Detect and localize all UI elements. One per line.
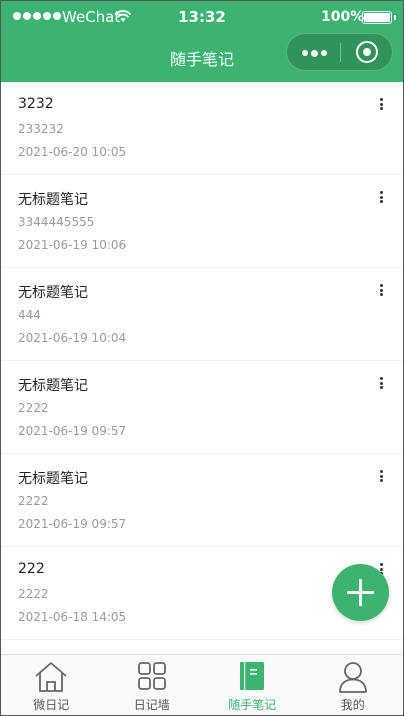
note-title: 222 bbox=[18, 561, 45, 577]
more-options-icon[interactable] bbox=[377, 98, 385, 112]
tab-label: 日记墙 bbox=[133, 698, 170, 712]
note-item-partial[interactable] bbox=[1, 640, 403, 654]
tab-rijiqiang[interactable]: 日记墙 bbox=[102, 655, 203, 715]
note-date: 2021-06-20 10:05 bbox=[18, 145, 127, 159]
note-body: 233232 bbox=[18, 122, 64, 136]
tab-label: 微日记 bbox=[33, 698, 70, 712]
tab-label: 随手笔记 bbox=[228, 698, 277, 712]
more-options-icon[interactable] bbox=[377, 377, 385, 391]
tab-bar: 微日记 日记墙 随手笔记 我的 bbox=[1, 654, 404, 715]
more-icon[interactable] bbox=[302, 49, 327, 57]
note-title: 无标题笔记 bbox=[18, 378, 88, 394]
tab-label: 我的 bbox=[340, 698, 365, 712]
note-item[interactable]: 3232 233232 2021-06-20 10:05 bbox=[1, 82, 403, 175]
note-body: 2222 bbox=[18, 494, 49, 508]
tab-suishoubiji[interactable]: 随手笔记 bbox=[202, 655, 303, 715]
capsule-divider bbox=[340, 43, 341, 62]
note-date: 2021-06-19 10:04 bbox=[18, 331, 127, 345]
note-date: 2021-06-19 09:57 bbox=[18, 424, 127, 438]
note-title: 无标题笔记 bbox=[18, 285, 88, 301]
add-note-button[interactable] bbox=[332, 564, 389, 621]
mini-program-capsule bbox=[286, 33, 393, 71]
status-bar: WeChat 13:32 100% bbox=[1, 1, 403, 34]
note-body: 2222 bbox=[18, 587, 49, 601]
notes-list: 3232 233232 2021-06-20 10:05 无标题笔记 33444… bbox=[1, 82, 403, 654]
note-title: 3232 bbox=[18, 96, 54, 112]
app-frame: WeChat 13:32 100% 随手笔记 3232 233232 2021-… bbox=[0, 0, 404, 716]
battery-percent: 100% bbox=[321, 9, 365, 25]
grid-icon bbox=[137, 662, 166, 690]
note-item[interactable]: 无标题笔记 3344445555 2021-06-19 10:06 bbox=[1, 175, 403, 268]
home-icon bbox=[35, 662, 67, 692]
close-icon[interactable] bbox=[356, 41, 378, 63]
tab-weiriji[interactable]: 微日记 bbox=[1, 655, 102, 715]
note-date: 2021-06-19 10:06 bbox=[18, 238, 127, 252]
tab-wode[interactable]: 我的 bbox=[303, 655, 404, 715]
note-date: 2021-06-19 09:57 bbox=[18, 517, 127, 531]
battery-icon bbox=[362, 11, 396, 24]
note-title: 无标题笔记 bbox=[18, 192, 88, 208]
note-date: 2021-06-18 14:05 bbox=[18, 610, 127, 624]
notebook-icon bbox=[240, 662, 265, 690]
note-title: 无标题笔记 bbox=[18, 471, 88, 487]
note-item[interactable]: 无标题笔记 444 2021-06-19 10:04 bbox=[1, 268, 403, 361]
more-options-icon[interactable] bbox=[377, 284, 385, 298]
more-options-icon[interactable] bbox=[377, 470, 385, 484]
more-options-icon[interactable] bbox=[377, 191, 385, 205]
note-body: 444 bbox=[18, 308, 41, 322]
note-body: 2222 bbox=[18, 401, 49, 415]
note-item[interactable]: 无标题笔记 2222 2021-06-19 09:57 bbox=[1, 361, 403, 454]
user-icon bbox=[338, 662, 367, 693]
note-body: 3344445555 bbox=[18, 215, 95, 229]
header: WeChat 13:32 100% 随手笔记 bbox=[1, 1, 403, 82]
note-item[interactable]: 无标题笔记 2222 2021-06-19 09:57 bbox=[1, 454, 403, 547]
